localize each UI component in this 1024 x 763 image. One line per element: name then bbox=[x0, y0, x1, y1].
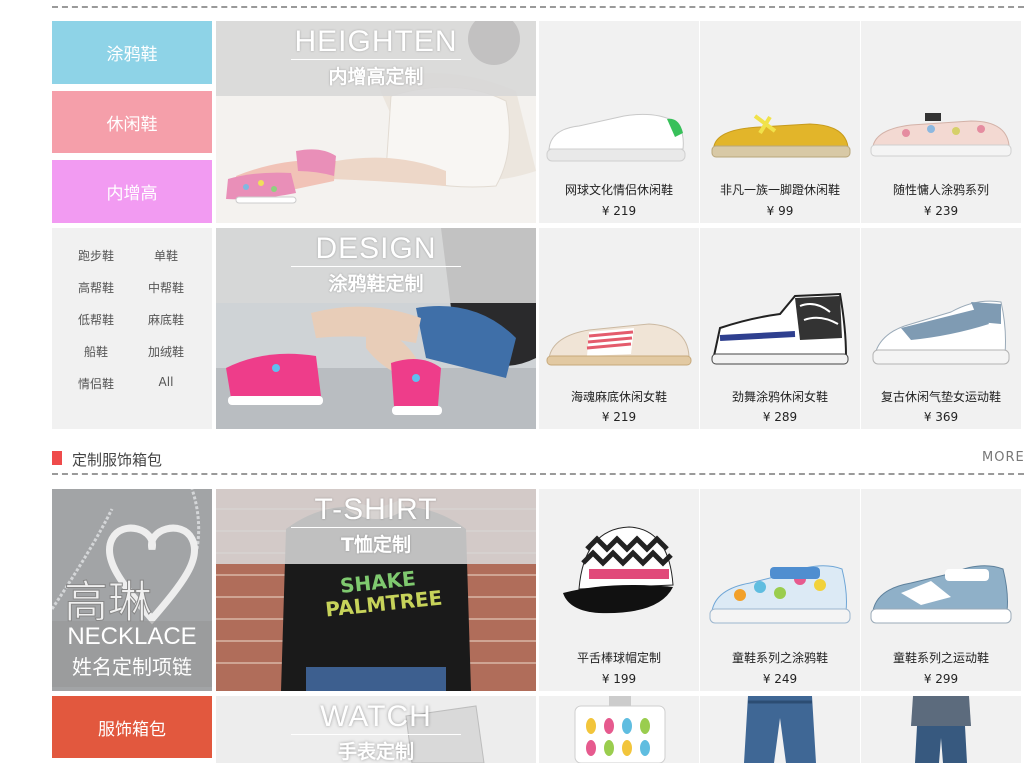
banner-title-cn: T恤定制 bbox=[341, 534, 411, 556]
subcategory-link[interactable]: 低帮鞋 bbox=[61, 311, 131, 328]
product-name: 随性慵人涂鸦系列 bbox=[892, 183, 989, 197]
product-name: 童鞋系列之涂鸦鞋 bbox=[731, 651, 828, 665]
product-price: ¥ 299 bbox=[923, 672, 959, 686]
banner-caption: WATCH 手表定制 bbox=[216, 696, 536, 763]
product-card[interactable]: 劲舞涂鸦休闲女鞋 ¥ 289 bbox=[700, 228, 860, 429]
product-card[interactable] bbox=[700, 696, 860, 763]
product-name: 网球文化情侣休闲鞋 bbox=[564, 183, 673, 197]
floral-slipon-image bbox=[870, 113, 1012, 157]
product-price: ¥ 369 bbox=[923, 410, 959, 424]
necklace-title-en: NECKLACE bbox=[67, 623, 197, 650]
section-marker bbox=[52, 451, 62, 465]
banner-rule bbox=[291, 266, 461, 267]
product-card[interactable] bbox=[539, 696, 699, 763]
banner-title-cn: 涂鸦鞋定制 bbox=[328, 273, 424, 295]
banner-title-en: T-SHIRT bbox=[314, 493, 438, 526]
product-card[interactable]: 童鞋系列之涂鸦鞋 ¥ 249 bbox=[700, 489, 860, 691]
top-divider bbox=[52, 6, 1024, 8]
subcategory-link[interactable]: 船鞋 bbox=[61, 343, 131, 360]
graffiti-hightop-image bbox=[711, 292, 849, 365]
subcategory-link[interactable]: 情侣鞋 bbox=[61, 375, 131, 392]
product-price: ¥ 199 bbox=[601, 672, 637, 686]
retro-runner-image bbox=[872, 300, 1010, 365]
product-card[interactable]: 随性慵人涂鸦系列 ¥ 239 bbox=[861, 21, 1021, 223]
banner-heighten[interactable]: HEIGHTEN 内增高定制 bbox=[216, 21, 536, 223]
subcategory-link[interactable]: 中帮鞋 bbox=[131, 279, 201, 296]
banner-title-cn: 内增高定制 bbox=[328, 66, 424, 88]
yellow-slipon-image bbox=[711, 114, 851, 158]
necklace-title-cn: 姓名定制项链 bbox=[72, 655, 192, 679]
subcategory-link[interactable]: 麻底鞋 bbox=[131, 311, 201, 328]
banner-title-en: DESIGN bbox=[315, 232, 437, 265]
product-price: ¥ 289 bbox=[762, 410, 798, 424]
banner-title-en: HEIGHTEN bbox=[294, 25, 458, 58]
product-card[interactable]: 平舌棒球帽定制 ¥ 199 bbox=[539, 489, 699, 691]
kids-sport-shoe-image bbox=[870, 565, 1012, 624]
product-price: ¥ 99 bbox=[766, 204, 794, 218]
striped-canvas-shoe-image bbox=[546, 323, 692, 366]
subcategory-panel: 跑步鞋 单鞋 高帮鞋 中帮鞋 低帮鞋 麻底鞋 船鞋 加绒鞋 情侣鞋 All bbox=[52, 228, 212, 429]
subcategory-link[interactable]: 高帮鞋 bbox=[61, 279, 131, 296]
banner-design[interactable]: DESIGN 涂鸦鞋定制 bbox=[216, 228, 536, 429]
category-apparel-bags[interactable]: 服饰箱包 bbox=[52, 696, 212, 758]
banner-title-en: WATCH bbox=[320, 700, 432, 733]
product-card[interactable] bbox=[861, 696, 1021, 763]
product-name: 非凡一族一脚蹬休闲鞋 bbox=[719, 183, 840, 197]
subcategory-link[interactable]: 跑步鞋 bbox=[61, 247, 131, 264]
product-card[interactable]: 海魂麻底休闲女鞋 ¥ 219 bbox=[539, 228, 699, 429]
product-name: 复古休闲气垫女运动鞋 bbox=[880, 390, 1001, 404]
banner-rule bbox=[291, 59, 461, 60]
product-price: ¥ 219 bbox=[601, 204, 637, 218]
product-price: ¥ 239 bbox=[923, 204, 959, 218]
kids-graffiti-shoe-image bbox=[709, 565, 851, 624]
product-card[interactable]: 网球文化情侣休闲鞋 ¥ 219 bbox=[539, 21, 699, 223]
banner-title-cn: 手表定制 bbox=[337, 741, 414, 763]
necklace-caption: NECKLACE 姓名定制项链 bbox=[52, 621, 212, 687]
pineapple-suitcase-image bbox=[574, 696, 666, 763]
banner-caption: DESIGN 涂鸦鞋定制 bbox=[216, 228, 536, 303]
jeans-image bbox=[700, 696, 860, 763]
banner-rule bbox=[291, 734, 461, 735]
section-divider bbox=[52, 473, 1024, 475]
category-label: 内增高 bbox=[106, 184, 158, 204]
banner-tshirt[interactable]: SHAKE PALMTREE T-SHIRT T恤定制 bbox=[216, 489, 536, 691]
subcategory-link[interactable]: 单鞋 bbox=[131, 247, 201, 264]
category-graffiti-shoes[interactable]: 涂鸦鞋 bbox=[52, 21, 212, 84]
category-label: 休闲鞋 bbox=[106, 114, 158, 135]
category-height-increasing[interactable]: 内增高 bbox=[52, 160, 212, 223]
banner-rule bbox=[291, 527, 461, 528]
product-card[interactable]: 复古休闲气垫女运动鞋 ¥ 369 bbox=[861, 228, 1021, 429]
banner-watch[interactable]: WATCH 手表定制 bbox=[216, 696, 536, 763]
necklace-tile[interactable]: 高琳 NECKLACE 姓名定制项链 bbox=[52, 489, 212, 691]
product-price: ¥ 249 bbox=[762, 672, 798, 686]
product-name: 童鞋系列之运动鞋 bbox=[892, 651, 989, 665]
more-link[interactable]: MORE bbox=[982, 450, 1024, 465]
product-card[interactable]: 童鞋系列之运动鞋 ¥ 299 bbox=[861, 489, 1021, 691]
product-name: 劲舞涂鸦休闲女鞋 bbox=[731, 390, 828, 404]
category-label: 涂鸦鞋 bbox=[106, 45, 158, 65]
section-title: 定制服饰箱包 bbox=[72, 451, 163, 469]
subcategory-link[interactable]: All bbox=[131, 375, 201, 389]
product-price: ¥ 219 bbox=[601, 410, 637, 424]
banner-caption: T-SHIRT T恤定制 bbox=[216, 489, 536, 564]
snapback-cap-image bbox=[563, 526, 674, 614]
white-sneaker-image bbox=[546, 113, 686, 162]
category-casual-shoes[interactable]: 休闲鞋 bbox=[52, 91, 212, 153]
product-name: 平舌棒球帽定制 bbox=[576, 651, 661, 665]
product-card[interactable]: 非凡一族一脚蹬休闲鞋 ¥ 99 bbox=[700, 21, 860, 223]
product-name: 海魂麻底休闲女鞋 bbox=[570, 390, 667, 404]
category-label: 服饰箱包 bbox=[98, 719, 166, 740]
subcategory-link[interactable]: 加绒鞋 bbox=[131, 343, 201, 360]
plaid-shirt-jeans-image bbox=[861, 696, 1021, 763]
banner-caption: HEIGHTEN 内增高定制 bbox=[216, 21, 536, 96]
